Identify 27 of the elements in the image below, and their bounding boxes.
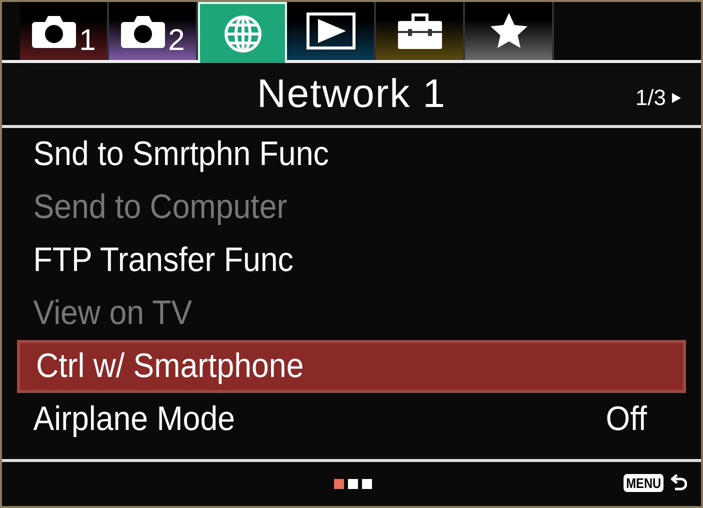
menu-item[interactable]: Snd to Smrtphn Func [2,128,646,181]
menu-item-label: View on TV [33,294,192,333]
menu-tab[interactable] [465,2,554,60]
menu-item-label: Ctrl w/ Smartphone [36,347,304,386]
menu-tab[interactable]: 1 [20,2,109,60]
camera-icon [31,14,78,48]
toolbox-icon [396,12,442,50]
menu-tab[interactable] [287,2,376,60]
menu-item[interactable]: FTP Transfer Func [2,234,646,287]
menu-tab[interactable]: 2 [109,2,198,60]
menu-item[interactable]: Airplane Mode Off [2,393,646,446]
menu-title: Network 1 [256,72,446,116]
menu-key: MENU [623,474,664,492]
page-indicator: 1/3 [635,85,666,111]
play-icon [306,12,356,50]
menu-tab[interactable] [376,2,465,60]
camera-icon [120,14,166,48]
menu-item-value: Off [606,400,647,439]
back-arrow-icon [671,474,687,492]
menu-item-label: FTP Transfer Func [33,241,294,280]
menu-item-label: Send to Computer [33,188,288,227]
menu-item-label: Airplane Mode [33,400,235,439]
globe-icon [222,14,262,54]
menu-item-label: Snd to Smrtphn Func [33,135,329,174]
menu-item[interactable]: Ctrl w/ Smartphone [17,340,686,393]
star-icon [488,12,528,50]
next-page-icon [672,93,681,103]
